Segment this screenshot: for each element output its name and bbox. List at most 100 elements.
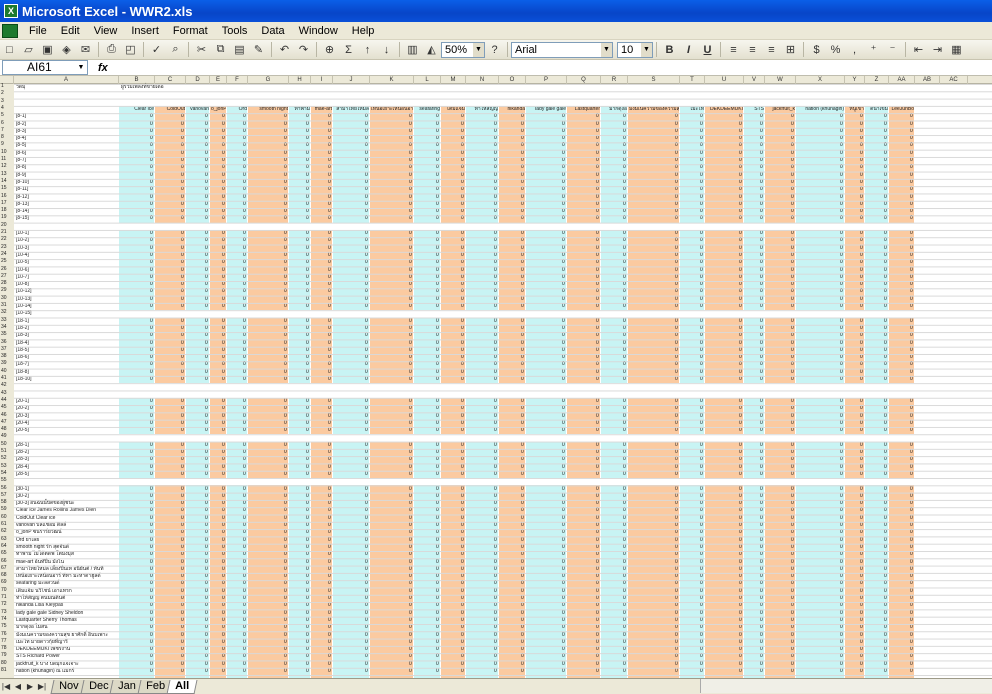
value-cell[interactable]: 0 xyxy=(739,486,742,492)
value-cell[interactable]: 0 xyxy=(365,457,368,462)
value-cell[interactable]: 0 xyxy=(675,121,678,127)
value-cell[interactable]: 0 xyxy=(840,625,843,630)
drawing-icon[interactable]: ◭ xyxy=(423,42,440,58)
value-cell[interactable]: 0 xyxy=(791,420,794,426)
value-cell[interactable]: 0 xyxy=(596,493,599,499)
value-cell[interactable]: 0 xyxy=(284,194,287,200)
value-cell[interactable]: 0 xyxy=(409,274,412,280)
value-cell[interactable]: 0 xyxy=(284,369,287,375)
value-cell[interactable]: 0 xyxy=(884,121,887,127)
value-cell[interactable]: 0 xyxy=(436,486,439,492)
value-cell[interactable]: 0 xyxy=(791,143,794,148)
value-cell[interactable]: 0 xyxy=(494,296,497,302)
value-cell[interactable]: 0 xyxy=(328,464,331,470)
value-cell[interactable]: 0 xyxy=(791,274,794,280)
value-cell[interactable]: 0 xyxy=(739,632,742,638)
value-cell[interactable]: 0 xyxy=(760,194,763,200)
value-cell[interactable]: 0 xyxy=(181,544,184,550)
value-cell[interactable]: 0 xyxy=(150,669,153,674)
value-cell[interactable]: 0 xyxy=(700,165,703,170)
value-cell[interactable]: 0 xyxy=(910,581,913,586)
value-cell[interactable]: 0 xyxy=(840,238,843,243)
value-cell[interactable]: 0 xyxy=(521,296,524,302)
value-cell[interactable]: 0 xyxy=(562,625,565,630)
value-cell[interactable]: 0 xyxy=(739,508,742,513)
value-cell[interactable]: 0 xyxy=(243,325,246,331)
value-cell[interactable]: 0 xyxy=(860,377,863,382)
value-cell[interactable]: 0 xyxy=(436,179,439,185)
value-cell[interactable]: 0 xyxy=(328,552,331,557)
value-cell[interactable]: 0 xyxy=(494,340,497,346)
value-cell[interactable]: 0 xyxy=(436,654,439,659)
value-cell[interactable]: 0 xyxy=(521,566,524,572)
value-cell[interactable]: 0 xyxy=(596,647,599,652)
value-cell[interactable]: 0 xyxy=(623,216,626,221)
value-cell[interactable]: 0 xyxy=(284,377,287,382)
value-cell[interactable]: 0 xyxy=(150,661,153,667)
column-header-f[interactable]: F xyxy=(227,76,248,84)
value-cell[interactable]: 0 xyxy=(884,201,887,207)
value-cell[interactable]: 0 xyxy=(306,559,309,565)
value-cell[interactable]: 0 xyxy=(494,603,497,608)
value-cell[interactable]: 0 xyxy=(860,187,863,192)
value-cell[interactable]: 0 xyxy=(494,398,497,404)
value-cell[interactable]: 0 xyxy=(494,486,497,492)
value-cell[interactable]: 0 xyxy=(409,165,412,170)
value-cell[interactable]: 0 xyxy=(562,610,565,616)
value-cell[interactable]: 0 xyxy=(243,398,246,404)
menu-help[interactable]: Help xyxy=(345,25,382,37)
value-cell[interactable]: 0 xyxy=(150,493,153,499)
value-cell[interactable]: 0 xyxy=(306,143,309,148)
value-cell[interactable]: 0 xyxy=(791,209,794,214)
value-cell[interactable]: 0 xyxy=(675,493,678,499)
value-cell[interactable]: 0 xyxy=(365,377,368,382)
value-cell[interactable]: 0 xyxy=(623,121,626,127)
value-cell[interactable]: 0 xyxy=(205,406,208,411)
value-cell[interactable]: 0 xyxy=(461,398,464,404)
value-cell[interactable]: 0 xyxy=(494,574,497,579)
value-cell[interactable]: 0 xyxy=(222,267,225,273)
value-cell[interactable]: 0 xyxy=(222,501,225,506)
column-header-n[interactable]: N xyxy=(466,76,499,84)
value-cell[interactable]: 0 xyxy=(284,515,287,521)
value-cell[interactable]: 0 xyxy=(910,260,913,265)
autosum-icon[interactable]: Σ xyxy=(340,42,357,58)
value-cell[interactable]: 0 xyxy=(222,515,225,521)
value-cell[interactable]: 0 xyxy=(205,639,208,645)
value-cell[interactable]: 0 xyxy=(884,179,887,185)
value-cell[interactable]: 0 xyxy=(205,398,208,404)
value-cell[interactable]: 0 xyxy=(884,114,887,119)
value-cell[interactable]: 0 xyxy=(700,172,703,178)
value-cell[interactable]: 0 xyxy=(284,274,287,280)
align-right-icon[interactable]: ≡ xyxy=(763,42,780,58)
value-cell[interactable]: 0 xyxy=(860,669,863,674)
value-cell[interactable]: 0 xyxy=(181,121,184,127)
value-cell[interactable]: 0 xyxy=(884,632,887,638)
value-cell[interactable]: 0 xyxy=(409,515,412,521)
value-cell[interactable]: 0 xyxy=(910,369,913,375)
value-cell[interactable]: 0 xyxy=(596,165,599,170)
value-cell[interactable]: 0 xyxy=(521,661,524,667)
value-cell[interactable]: 0 xyxy=(306,238,309,243)
value-cell[interactable]: 0 xyxy=(284,340,287,346)
font-size-select[interactable]: 10 ▼ xyxy=(617,41,653,58)
value-cell[interactable]: 0 xyxy=(494,457,497,462)
value-cell[interactable]: 0 xyxy=(284,661,287,667)
row-header[interactable]: 71 xyxy=(1,595,14,600)
value-cell[interactable]: 0 xyxy=(181,136,184,141)
value-cell[interactable]: 0 xyxy=(739,238,742,243)
value-cell[interactable]: 0 xyxy=(328,340,331,346)
value-cell[interactable]: 0 xyxy=(840,428,843,433)
value-cell[interactable]: 0 xyxy=(243,158,246,163)
value-cell[interactable]: 0 xyxy=(623,362,626,367)
value-cell[interactable]: 0 xyxy=(840,442,843,448)
value-cell[interactable]: 0 xyxy=(284,420,287,426)
value-cell[interactable]: 0 xyxy=(181,128,184,134)
value-cell[interactable]: 0 xyxy=(205,566,208,572)
value-cell[interactable]: 0 xyxy=(365,150,368,156)
value-cell[interactable]: 0 xyxy=(205,209,208,214)
value-cell[interactable]: 0 xyxy=(328,325,331,331)
value-cell[interactable]: 0 xyxy=(521,347,524,353)
value-cell[interactable]: 0 xyxy=(910,501,913,506)
value-cell[interactable]: 0 xyxy=(436,632,439,638)
